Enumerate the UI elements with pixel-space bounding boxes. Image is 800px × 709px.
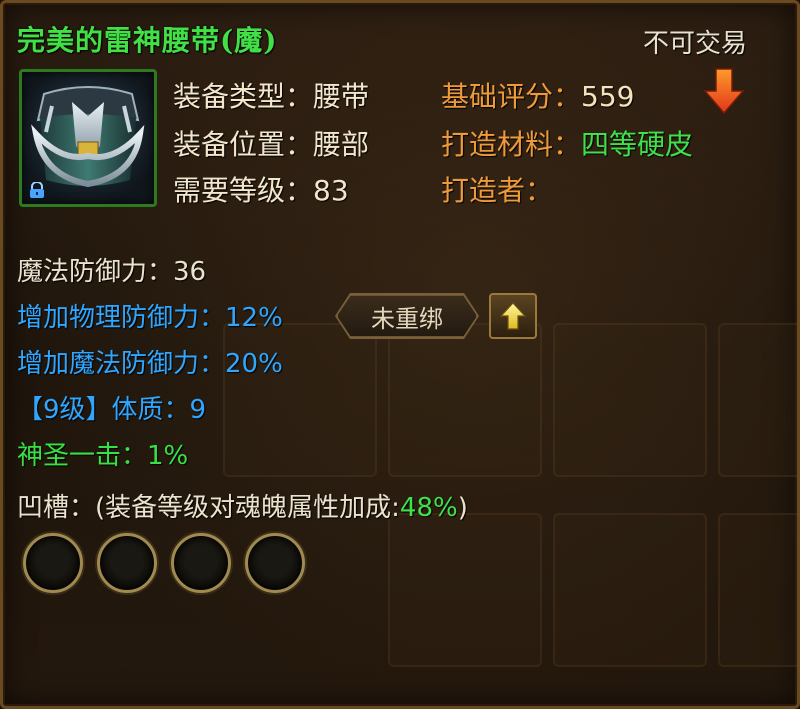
equip-type-value: 腰带 [313,80,370,113]
phys-defense-bonus-stat: 增加物理防御力：12% [17,303,283,333]
required-level-value: 83 [313,174,349,207]
base-score-value: 559 [581,80,635,113]
item-name: 完美的雷神腰带(魔) [17,24,278,57]
required-level-label: 需要等级： [173,174,314,207]
socket-bonus-percent: 48% [399,493,458,523]
crafter-row: 打造者： [441,169,553,209]
item-icon-slot[interactable] [19,69,157,207]
bg-slot [553,513,707,667]
base-score-row: 基础评分：559 [441,75,634,115]
down-arrow-icon [703,68,745,115]
rebind-button[interactable]: 未重绑 [337,295,477,337]
equip-position-label: 装备位置： [173,128,314,161]
gem-socket[interactable] [171,533,231,593]
magic-defense-stat: 魔法防御力：36 [17,257,207,287]
gem-socket[interactable] [97,533,157,593]
craft-material-value: 四等硬皮 [581,128,694,161]
socket-bonus-row: 凹槽：(装备等级对魂魄属性加成:48%) [17,487,468,524]
lock-icon [30,182,44,198]
magic-defense-bonus-stat: 增加魔法防御力：20% [17,349,283,379]
up-arrow-icon [499,302,527,330]
socket-bonus-close: ) [457,493,468,523]
bg-slot [388,513,542,667]
bg-slot [388,323,542,477]
bg-slot [718,513,797,667]
equip-type-label: 装备类型： [173,80,314,113]
holy-strike-stat: 神圣一击：1% [17,441,189,471]
trade-status: 不可交易 [642,29,747,59]
crafter-label: 打造者： [441,174,554,207]
craft-material-label: 打造材料： [441,128,582,161]
constitution-stat: 【9级】体质：9 [17,395,207,425]
equip-type-row: 装备类型：腰带 [173,75,369,115]
bg-slot [553,323,707,477]
upgrade-button[interactable] [489,293,537,339]
equip-position-value: 腰部 [313,128,370,161]
equip-position-row: 装备位置：腰部 [173,123,369,163]
bg-slot [718,323,797,477]
gem-socket[interactable] [23,533,83,593]
gem-socket[interactable] [245,533,305,593]
item-tooltip-panel: 完美的雷神腰带(魔) 不可交易 装备类型：腰带 装备位置：腰部 需要等级：83 … [0,0,800,709]
required-level-row: 需要等级：83 [173,169,349,209]
socket-bonus-label: 凹槽：(装备等级对魂魄属性加成: [17,493,400,523]
craft-material-row: 打造材料：四等硬皮 [441,123,693,163]
base-score-label: 基础评分： [441,80,582,113]
